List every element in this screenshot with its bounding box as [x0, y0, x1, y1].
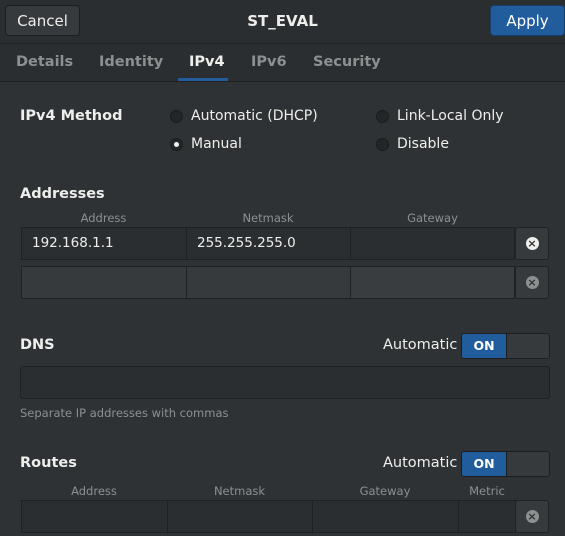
column-header-netmask: Netmask: [242, 211, 294, 225]
radio-button-icon: [376, 109, 389, 123]
address-field[interactable]: [21, 266, 187, 299]
delete-address-button[interactable]: ×: [515, 227, 549, 260]
routes-automatic-label: Automatic: [383, 455, 458, 471]
address-field[interactable]: 192.168.1.1: [21, 227, 187, 260]
switch-knob: [506, 334, 549, 358]
tab-identity[interactable]: Identity: [99, 54, 163, 70]
ipv4-method-label: IPv4 Method: [20, 108, 123, 124]
addresses-label: Addresses: [20, 186, 105, 202]
radio-label: Link-Local Only: [397, 108, 504, 124]
radio-automatic-dhcp[interactable]: Automatic (DHCP): [170, 108, 318, 124]
routes-automatic-switch[interactable]: ON: [461, 451, 550, 477]
route-metric-field[interactable]: [458, 500, 516, 533]
radio-disable[interactable]: Disable: [376, 136, 449, 152]
switch-on-label: ON: [462, 452, 506, 476]
delete-route-button[interactable]: ×: [515, 500, 549, 533]
dns-automatic-switch[interactable]: ON: [461, 333, 550, 359]
delete-address-button[interactable]: ×: [515, 266, 549, 299]
tab-details[interactable]: Details: [16, 54, 73, 70]
dialog-title: ST_EVAL: [247, 12, 318, 30]
radio-manual[interactable]: Manual: [170, 136, 242, 152]
tab-ipv6[interactable]: IPv6: [251, 54, 287, 70]
column-header-gateway: Gateway: [407, 211, 458, 225]
close-circle-icon: ×: [525, 237, 539, 250]
dns-automatic-label: Automatic: [383, 337, 458, 353]
route-row: [21, 500, 516, 533]
address-row: [21, 266, 515, 299]
tab-ipv4[interactable]: IPv4: [189, 54, 225, 70]
route-address-field[interactable]: [21, 500, 168, 533]
routes-label: Routes: [20, 455, 77, 471]
switch-knob: [506, 452, 549, 476]
radio-label: Disable: [397, 136, 449, 152]
switch-on-label: ON: [462, 334, 506, 358]
dns-servers-input[interactable]: [20, 366, 550, 399]
header-bar: Cancel ST_EVAL Apply: [0, 0, 565, 44]
radio-button-icon: [376, 137, 389, 151]
dns-label: DNS: [20, 337, 55, 353]
active-tab-indicator: [178, 78, 228, 81]
netmask-field[interactable]: [186, 266, 351, 299]
radio-label: Manual: [191, 136, 242, 152]
gateway-field[interactable]: [350, 266, 515, 299]
route-column-header-metric: Metric: [469, 484, 505, 498]
route-netmask-field[interactable]: [167, 500, 313, 533]
tab-bar: Details Identity IPv4 IPv6 Security: [0, 44, 565, 82]
radio-label: Automatic (DHCP): [191, 108, 318, 124]
apply-button[interactable]: Apply: [490, 5, 565, 36]
column-header-address: Address: [80, 211, 127, 225]
route-column-header-address: Address: [71, 484, 117, 498]
netmask-field[interactable]: 255.255.255.0: [186, 227, 351, 260]
address-row: 192.168.1.1 255.255.255.0: [21, 227, 515, 260]
route-column-header-netmask: Netmask: [213, 484, 266, 498]
close-circle-icon: ×: [525, 510, 539, 523]
radio-link-local-only[interactable]: Link-Local Only: [376, 108, 504, 124]
tab-security[interactable]: Security: [313, 54, 381, 70]
dns-hint: Separate IP addresses with commas: [20, 406, 229, 420]
route-gateway-field[interactable]: [312, 500, 459, 533]
close-circle-icon: ×: [525, 276, 539, 289]
gateway-field[interactable]: [350, 227, 515, 260]
route-column-header-gateway: Gateway: [359, 484, 411, 498]
radio-button-checked-icon: [170, 137, 183, 151]
radio-button-icon: [170, 109, 183, 123]
